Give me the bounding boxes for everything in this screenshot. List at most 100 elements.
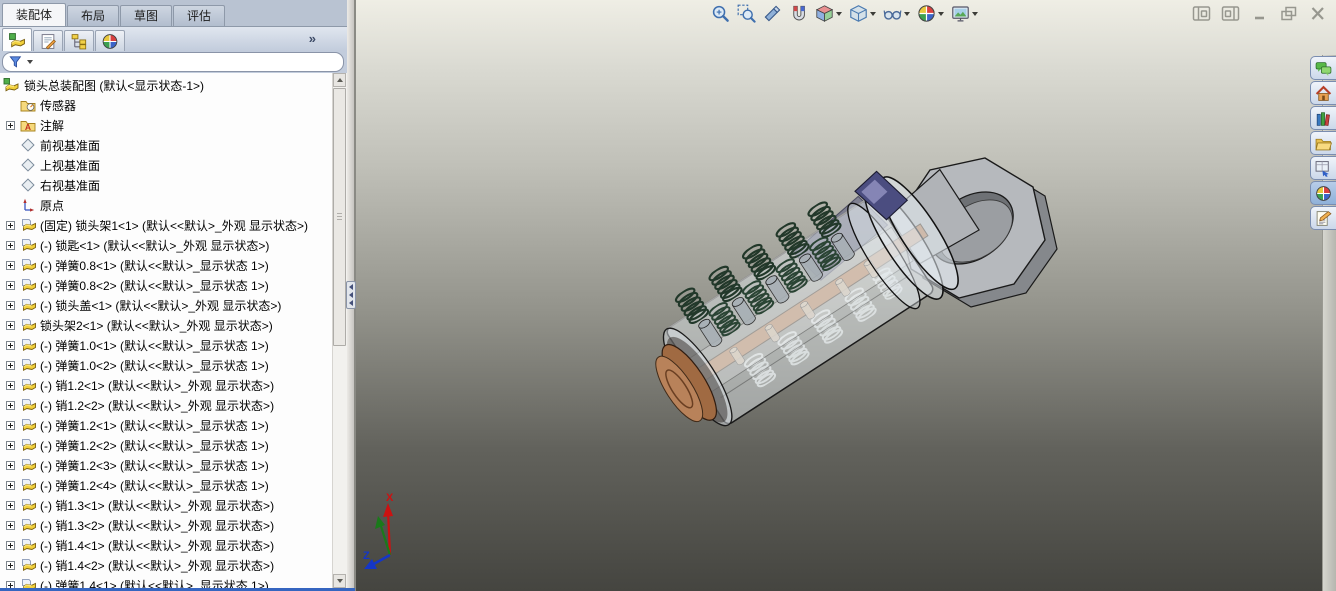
headsup-button[interactable] [735,3,758,24]
task-pane-tab[interactable] [1310,131,1336,155]
expand-toggle[interactable] [5,460,15,470]
tree-root-item[interactable]: 锁头总装配图 (默认<显示状态-1>) [0,75,333,95]
dropdown-caret-icon[interactable] [938,11,944,16]
window-control-button[interactable] [1308,5,1328,22]
expand-toggle[interactable] [5,520,15,530]
expand-toggle[interactable] [5,440,15,450]
filter-dropdown-caret-icon[interactable] [27,60,33,64]
tree-item[interactable]: 原点 [0,195,333,215]
headsup-button[interactable] [761,3,784,24]
assembly-icon [3,77,19,93]
splitter-collapse-button[interactable] [346,281,356,309]
tree-item[interactable]: (-) 锁头盖<1> (默认<<默认>_外观 显示状态>) [0,295,333,315]
manager-tab[interactable] [33,30,63,51]
expand-toggle[interactable] [5,580,15,588]
tree-item[interactable]: (-) 弹簧0.8<1> (默认<<默认>_显示状态 1>) [0,255,333,275]
expand-toggle[interactable] [5,260,15,270]
manager-tab[interactable] [64,30,94,51]
headsup-button[interactable] [915,3,946,24]
headsup-button[interactable] [813,3,844,24]
expand-toggle[interactable] [5,360,15,370]
tree-item[interactable]: (-) 销1.3<2> (默认<<默认>_外观 显示状态>) [0,515,333,535]
expand-toggle[interactable] [5,380,15,390]
expand-toggle[interactable] [5,120,15,130]
task-pane-tab[interactable] [1310,81,1336,105]
expand-toggle[interactable] [5,320,15,330]
manager-tab[interactable] [95,30,125,51]
dropdown-caret-icon[interactable] [972,11,978,16]
tree-item[interactable]: (固定) 锁头架1<1> (默认<<默认>_外观 显示状态>) [0,215,333,235]
tree-item[interactable]: 右视基准面 [0,175,333,195]
headsup-button[interactable] [847,3,878,24]
expand-toggle[interactable] [5,220,15,230]
model-3d-lock-assembly[interactable] [356,0,1336,591]
expand-toggle[interactable] [5,240,15,250]
dropdown-caret-icon[interactable] [904,11,910,16]
tree-item[interactable]: 传感器 [0,95,333,115]
tree-item[interactable]: (-) 销1.3<1> (默认<<默认>_外观 显示状态>) [0,495,333,515]
close-icon [1308,5,1328,22]
feature-manager-panel: 装配体 布局 草图 评估 » 锁头总装配图 (默认<显示状态-1>) 传感器 注… [0,0,347,591]
tree-item[interactable]: (-) 弹簧1.4<1> (默认<<默认>_显示状态 1>) [0,575,333,588]
window-control-button[interactable] [1250,5,1270,22]
graphics-viewport[interactable]: X Z [355,0,1336,591]
scrollbar-thumb[interactable] [333,88,346,346]
commandmanager-tab[interactable]: 评估 [173,5,226,26]
tree-item[interactable]: (-) 锁匙<1> (默认<<默认>_外观 显示状态>) [0,235,333,255]
task-pane-tab[interactable] [1310,206,1336,230]
tree-item[interactable]: (-) 弹簧1.2<1> (默认<<默认>_显示状态 1>) [0,415,333,435]
headsup-button[interactable] [709,3,732,24]
commandmanager-tab[interactable]: 装配体 [2,3,67,26]
dropdown-caret-icon[interactable] [836,11,842,16]
tree-item[interactable]: (-) 销1.4<2> (默认<<默认>_外观 显示状态>) [0,555,333,575]
tree-filter-input[interactable] [2,52,344,72]
expand-toggle[interactable] [5,560,15,570]
expand-toggle[interactable] [5,540,15,550]
headsup-button[interactable] [787,3,810,24]
headsup-button[interactable] [949,3,980,24]
tree-item[interactable]: (-) 弹簧1.2<4> (默认<<默认>_显示状态 1>) [0,475,333,495]
window-control-button[interactable] [1192,5,1212,22]
reference-triad: X Z [363,492,394,569]
tree-scrollbar[interactable] [332,73,347,588]
tree-item[interactable]: (-) 弹簧1.0<1> (默认<<默认>_显示状态 1>) [0,335,333,355]
tree-item[interactable]: 锁头架2<1> (默认<<默认>_外观 显示状态>) [0,315,333,335]
tree-item-label: (-) 锁头盖<1> (默认<<默认>_外观 显示状态>) [40,298,282,313]
zoom-to-area-icon [737,4,756,23]
zoom-to-fit-icon [711,4,730,23]
tree-item[interactable]: (-) 销1.2<2> (默认<<默认>_外观 显示状态>) [0,395,333,415]
scrollbar-up-button[interactable] [333,73,346,87]
tree-item[interactable]: (-) 弹簧1.2<2> (默认<<默认>_显示状态 1>) [0,435,333,455]
expand-toggle[interactable] [5,420,15,430]
expand-toggle[interactable] [5,500,15,510]
expand-toggle[interactable] [5,280,15,290]
annotations-folder-icon [20,117,36,133]
tree-item[interactable]: (-) 弹簧1.2<3> (默认<<默认>_显示状态 1>) [0,455,333,475]
scrollbar-down-button[interactable] [333,574,346,588]
dock-pane-right-icon [1221,5,1241,22]
window-control-button[interactable] [1221,5,1241,22]
task-pane-tab[interactable] [1310,56,1336,80]
expand-toggle[interactable] [5,300,15,310]
tree-item[interactable]: (-) 销1.4<1> (默认<<默认>_外观 显示状态>) [0,535,333,555]
tree-item[interactable]: 注解 [0,115,333,135]
task-pane-tab[interactable] [1310,106,1336,130]
expand-toggle[interactable] [5,480,15,490]
headsup-button[interactable] [881,3,912,24]
commandmanager-tab[interactable]: 布局 [67,5,120,26]
tree-item[interactable]: (-) 销1.2<1> (默认<<默认>_外观 显示状态>) [0,375,333,395]
task-pane-tab[interactable] [1310,181,1336,205]
task-pane-tab[interactable] [1310,156,1336,180]
tree-item[interactable]: (-) 弹簧0.8<2> (默认<<默认>_显示状态 1>) [0,275,333,295]
tree-item[interactable]: 上视基准面 [0,155,333,175]
tree-item[interactable]: (-) 弹簧1.0<2> (默认<<默认>_显示状态 1>) [0,355,333,375]
arrow-up-icon [336,78,343,82]
manager-tab[interactable] [2,28,32,51]
expand-toggle[interactable] [5,400,15,410]
tabs-overflow-chevron[interactable]: » [309,31,316,46]
tree-item[interactable]: 前视基准面 [0,135,333,155]
window-control-button[interactable] [1279,5,1299,22]
commandmanager-tab[interactable]: 草图 [120,5,173,26]
expand-toggle[interactable] [5,340,15,350]
dropdown-caret-icon[interactable] [870,11,876,16]
